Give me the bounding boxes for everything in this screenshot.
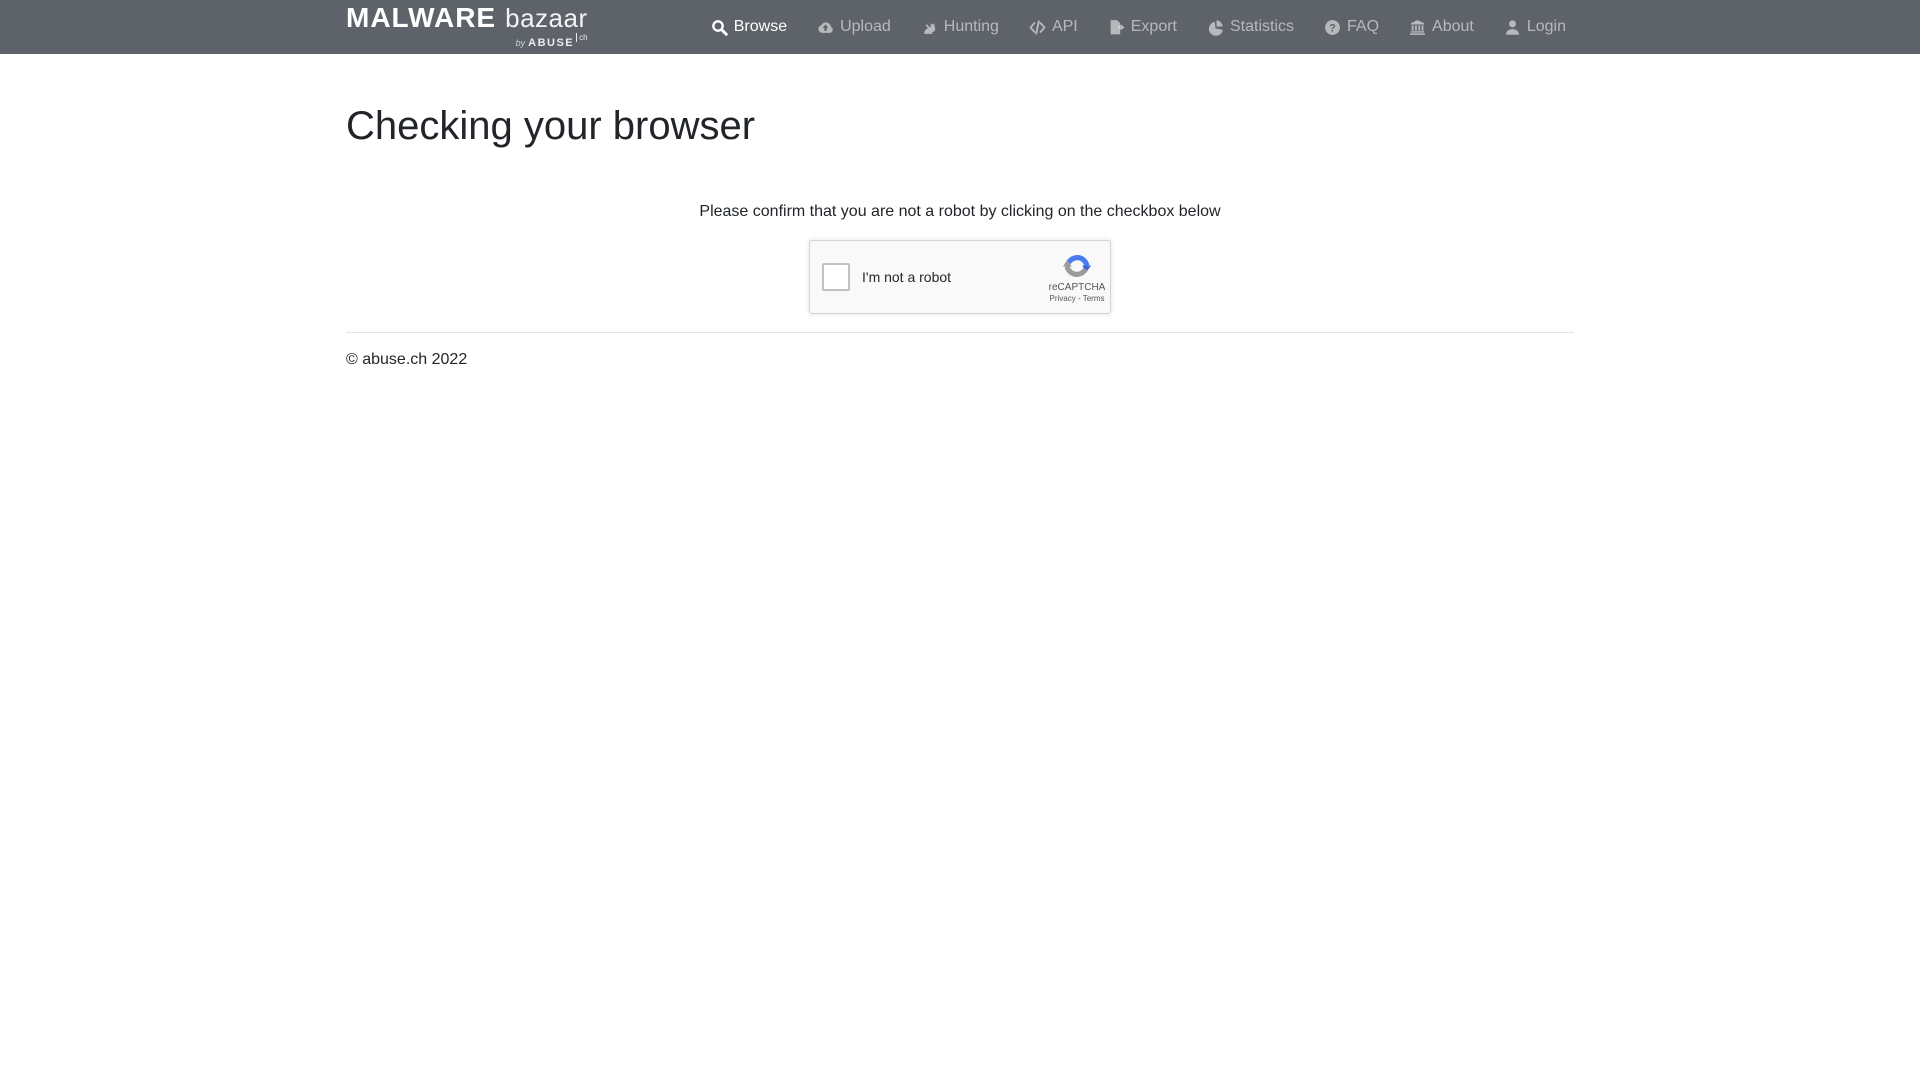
- nav-item-export[interactable]: Export: [1100, 10, 1185, 44]
- recaptcha-terms-separator: -: [1078, 294, 1081, 303]
- file-export-icon: [1108, 19, 1125, 36]
- nav-item-hunting[interactable]: Hunting: [913, 10, 1007, 44]
- brand-title-secondary: bazaar: [505, 5, 588, 31]
- nav-item-about[interactable]: About: [1401, 10, 1482, 44]
- nav-item-upload[interactable]: Upload: [809, 10, 899, 44]
- captcha-instruction: Please confirm that you are not a robot …: [346, 203, 1574, 221]
- recaptcha-checkbox-label: I'm not a robot: [862, 269, 951, 285]
- nav-item-label: Export: [1131, 18, 1177, 36]
- user-icon: [1504, 19, 1521, 36]
- nav-item-faq[interactable]: ? FAQ: [1316, 10, 1387, 44]
- recaptcha-branding: reCAPTCHA Privacy - Terms: [1048, 251, 1106, 303]
- brand-title-primary: MALWARE: [346, 4, 496, 32]
- nav-item-label: Statistics: [1230, 18, 1294, 36]
- nav-item-label: Hunting: [944, 18, 999, 36]
- nav-item-label: Upload: [840, 18, 891, 36]
- question-circle-icon: ?: [1324, 19, 1341, 36]
- recaptcha-logo-text: reCAPTCHA: [1049, 282, 1106, 293]
- recaptcha-checkbox[interactable]: [822, 263, 850, 291]
- recaptcha-logo-icon: [1062, 251, 1092, 281]
- recaptcha-privacy-link[interactable]: Privacy: [1050, 294, 1076, 303]
- svg-text:?: ?: [1329, 22, 1336, 34]
- brand-byline: byABUSEch: [346, 34, 588, 50]
- nav-item-login[interactable]: Login: [1496, 10, 1574, 44]
- nav-item-label: Login: [1527, 18, 1566, 36]
- search-icon: [711, 19, 728, 36]
- nav-item-api[interactable]: API: [1021, 10, 1086, 44]
- code-icon: [1029, 19, 1046, 36]
- captcha-row: I'm not a robot reCAPTCHA Privacy - Term…: [346, 240, 1574, 314]
- copyright-text: © abuse.ch 2022: [346, 333, 1574, 369]
- brand-logo[interactable]: MALWARE bazaar byABUSEch: [346, 4, 588, 50]
- recaptcha-widget: I'm not a robot reCAPTCHA Privacy - Term…: [809, 240, 1111, 314]
- recaptcha-terms: Privacy - Terms: [1050, 294, 1105, 303]
- recaptcha-terms-link[interactable]: Terms: [1083, 294, 1105, 303]
- nav-item-label: About: [1432, 18, 1474, 36]
- top-navbar: MALWARE bazaar byABUSEch Browse Upload: [0, 0, 1920, 54]
- nav-item-label: API: [1052, 18, 1078, 36]
- pie-chart-icon: [1207, 19, 1224, 36]
- nav-item-label: FAQ: [1347, 18, 1379, 36]
- cloud-upload-icon: [817, 19, 834, 36]
- main-nav: Browse Upload Hunting API: [689, 10, 1574, 44]
- nav-item-label: Browse: [734, 18, 787, 36]
- landmark-icon: [1409, 19, 1426, 36]
- cat-icon: [921, 19, 938, 36]
- page-title: Checking your browser: [346, 102, 1574, 150]
- main-content: Checking your browser Please confirm tha…: [331, 102, 1589, 369]
- nav-item-browse[interactable]: Browse: [703, 10, 795, 44]
- nav-item-statistics[interactable]: Statistics: [1199, 10, 1302, 44]
